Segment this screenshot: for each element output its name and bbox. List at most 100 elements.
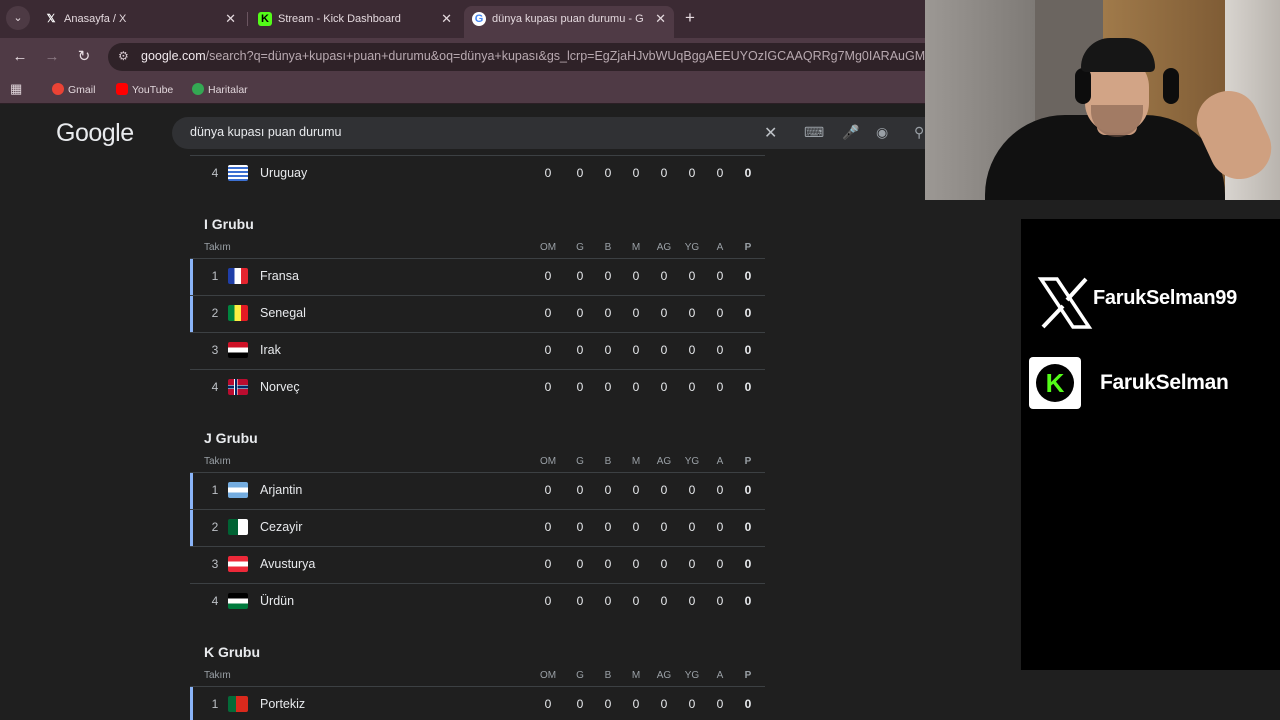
team-row[interactable]: 3 Avusturya 0 0 0 0 0 0 0 0 — [190, 546, 765, 582]
close-icon[interactable]: ✕ — [441, 6, 452, 32]
stat-a: 0 — [716, 520, 724, 534]
stat-p: 0 — [744, 269, 752, 283]
bookmark-label: Haritalar — [208, 84, 248, 96]
group-title: I Grubu — [204, 216, 254, 232]
bookmark-label: YouTube — [132, 84, 174, 96]
uruguay-flag-icon — [228, 165, 248, 181]
stat-p: 0 — [744, 520, 752, 534]
stat-b: 0 — [604, 380, 612, 394]
stat-om: 0 — [544, 594, 552, 608]
stat-yg: 0 — [688, 483, 696, 497]
standings-header: Takım OM G B M AG YG A P — [204, 670, 764, 686]
close-icon[interactable]: ✕ — [225, 6, 236, 32]
google-search-box[interactable]: dünya kupası puan durumu ✕ ⌨ 🎤 ◉ ⚲ — [172, 117, 925, 149]
camera-lens-icon[interactable]: ◉ — [876, 124, 888, 141]
back-arrow-icon[interactable]: ← — [10, 47, 30, 67]
tab-google-search[interactable]: G dünya kupası puan durumu - G ✕ — [464, 6, 674, 38]
stat-yg: 0 — [688, 557, 696, 571]
team-position: 2 — [211, 306, 219, 320]
team-name[interactable]: Portekiz — [260, 697, 305, 711]
stat-b: 0 — [604, 269, 612, 283]
team-row[interactable]: 3 Irak 0 0 0 0 0 0 0 0 — [190, 332, 765, 368]
stat-a: 0 — [716, 343, 724, 357]
standings-header: Takım OM G B M AG YG A P — [204, 242, 764, 258]
column-header: B — [604, 242, 612, 253]
stat-yg: 0 — [688, 697, 696, 711]
stat-g: 0 — [576, 483, 584, 497]
socials-panel: FarukSelman99 K FarukSelman — [1021, 219, 1280, 670]
bookmark-gmail[interactable]: Gmail — [52, 83, 95, 96]
team-row[interactable]: 4 Norveç 0 0 0 0 0 0 0 0 — [190, 369, 765, 405]
address-path: /search?q=dünya+kupası+puan+durumu&oq=dü… — [205, 49, 925, 63]
google-logo[interactable]: Google — [56, 119, 134, 148]
clear-icon[interactable]: ✕ — [764, 123, 777, 143]
column-header: G — [576, 242, 584, 253]
team-row[interactable]: 2 Senegal 0 0 0 0 0 0 0 0 — [190, 295, 765, 332]
stat-yg: 0 — [688, 520, 696, 534]
kick-logo-letter: K — [1045, 368, 1065, 398]
qualification-marker — [190, 473, 193, 509]
team-name[interactable]: Ürdün — [260, 594, 294, 608]
stat-m: 0 — [632, 697, 640, 711]
bookmark-youtube[interactable]: YouTube — [116, 83, 173, 96]
column-header: YG — [684, 670, 700, 681]
team-name[interactable]: Senegal — [260, 306, 306, 320]
stat-om: 0 — [544, 557, 552, 571]
reload-icon[interactable]: ↻ — [74, 47, 94, 67]
stat-m: 0 — [632, 166, 640, 180]
column-header: M — [631, 670, 641, 681]
browser-window: ⌄ 𝕏 Anasayfa / X ✕ K Stream - Kick Dashb… — [0, 0, 925, 720]
stat-om: 0 — [544, 483, 552, 497]
address-url: google.com/search?q=dünya+kupası+puan+du… — [141, 49, 925, 63]
stat-b: 0 — [604, 483, 612, 497]
team-name[interactable]: Avusturya — [260, 557, 315, 571]
team-name[interactable]: Uruguay — [260, 166, 307, 180]
qualification-marker — [190, 259, 193, 295]
tab-x-home[interactable]: 𝕏 Anasayfa / X ✕ — [36, 6, 244, 32]
team-name[interactable]: Norveç — [260, 380, 300, 394]
stat-b: 0 — [604, 166, 612, 180]
stat-om: 0 — [544, 520, 552, 534]
stat-ag: 0 — [660, 380, 668, 394]
stat-yg: 0 — [688, 269, 696, 283]
team-name[interactable]: Cezayir — [260, 520, 302, 534]
stat-g: 0 — [576, 380, 584, 394]
column-header: M — [631, 456, 641, 467]
bookmark-maps[interactable]: Haritalar — [192, 83, 248, 96]
team-row[interactable]: 1 Fransa 0 0 0 0 0 0 0 0 — [190, 258, 765, 295]
close-icon[interactable]: ✕ — [655, 6, 666, 32]
team-row[interactable]: 1 Portekiz 0 0 0 0 0 0 0 0 — [190, 686, 765, 720]
tab-search-button[interactable]: ⌄ — [6, 6, 30, 30]
microphone-icon[interactable]: 🎤 — [842, 124, 859, 141]
team-row[interactable]: 1 Arjantin 0 0 0 0 0 0 0 0 — [190, 472, 765, 509]
column-header: YG — [684, 242, 700, 253]
team-name[interactable]: Arjantin — [260, 483, 302, 497]
screen: ⌄ 𝕏 Anasayfa / X ✕ K Stream - Kick Dashb… — [0, 0, 1280, 720]
team-row[interactable]: 4 Uruguay 0 0 0 0 0 0 0 0 — [190, 155, 765, 191]
team-row[interactable]: 2 Cezayir 0 0 0 0 0 0 0 0 — [190, 509, 765, 546]
stat-p: 0 — [744, 380, 752, 394]
stat-p: 0 — [744, 697, 752, 711]
stat-om: 0 — [544, 269, 552, 283]
new-tab-button[interactable]: + — [685, 8, 695, 28]
qualification-marker — [190, 687, 193, 720]
keyboard-icon[interactable]: ⌨ — [804, 124, 824, 141]
team-row[interactable]: 4 Ürdün 0 0 0 0 0 0 0 0 — [190, 583, 765, 619]
column-header: A — [716, 242, 724, 253]
stat-om: 0 — [544, 306, 552, 320]
site-info-icon[interactable]: ⚙ — [118, 49, 129, 63]
forward-arrow-icon[interactable]: → — [42, 47, 62, 67]
stat-p: 0 — [744, 343, 752, 357]
standings-header: Takım OM G B M AG YG A P — [204, 456, 764, 472]
x-handle: FarukSelman99 — [1093, 287, 1237, 309]
apps-grid-icon[interactable]: ▦ — [10, 81, 22, 97]
portugal-flag-icon — [228, 696, 248, 712]
team-name[interactable]: Fransa — [260, 269, 299, 283]
x-handle-row: FarukSelman99 — [1021, 269, 1280, 335]
address-bar[interactable]: ⚙ google.com/search?q=dünya+kupası+puan+… — [108, 43, 925, 71]
google-logo-icon: G — [472, 12, 486, 26]
team-name[interactable]: Irak — [260, 343, 281, 357]
search-icon[interactable]: ⚲ — [914, 124, 924, 141]
gmail-icon — [52, 83, 64, 95]
tab-kick-dashboard[interactable]: K Stream - Kick Dashboard ✕ — [250, 6, 460, 32]
